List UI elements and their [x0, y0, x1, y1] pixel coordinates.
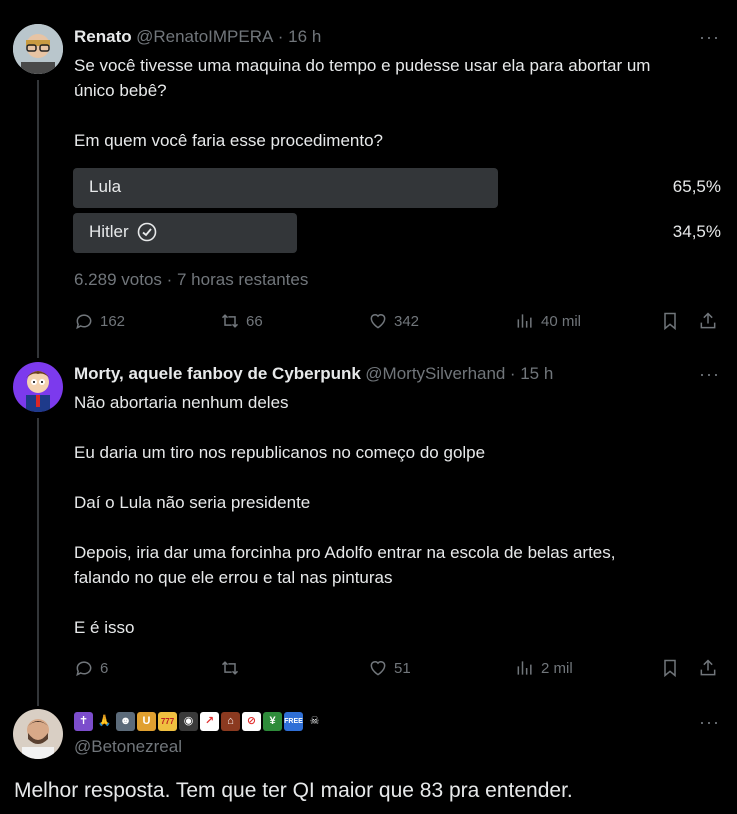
author-handle[interactable]: @RenatoIMPERA: [136, 27, 273, 46]
views-button[interactable]: 40 mil: [515, 311, 581, 331]
views-chart-icon: [517, 661, 532, 675]
like-count: 51: [394, 659, 411, 677]
more-options-icon[interactable]: ···: [699, 712, 720, 733]
tweet3-text: Melhor resposta. Tem que ter QI maior qu…: [14, 779, 573, 802]
avatar-renato[interactable]: [13, 24, 63, 74]
bookmark-icon: [664, 312, 676, 331]
share-icon: [700, 659, 716, 676]
author-handle[interactable]: @Betonezreal: [74, 737, 182, 757]
emoji-display-name[interactable]: ✝ 🙏 ☻ U 777 ◉ ↗ ⌂ ⊘ ¥ FREE ☠: [74, 712, 326, 731]
heart-icon: [370, 314, 386, 329]
praying-hands-emoji: 🙏: [97, 715, 112, 727]
share-button[interactable]: [698, 311, 718, 331]
bookmark-button[interactable]: [660, 658, 680, 678]
tweet1-header: Renato @RenatoIMPERA · 16 h: [74, 27, 321, 47]
avatar-morty[interactable]: [13, 362, 63, 412]
check-circle-icon: [137, 222, 156, 242]
like-button[interactable]: 342: [368, 311, 419, 331]
thread-connector-2: [37, 418, 39, 706]
tweet2-paragraph: Não abortaria nenhum deles: [74, 393, 289, 412]
poll-percent-lula: 65,5%: [672, 177, 721, 196]
skull-crossbones-emoji: ☠: [309, 715, 320, 727]
reply-button[interactable]: 6: [74, 658, 108, 678]
chart-up-emoji: ↗: [200, 712, 219, 731]
tweet2-paragraph: Eu daria um tiro nos republicanos no com…: [74, 443, 486, 462]
tweet1-text-line3: Em quem você faria esse procedimento?: [74, 131, 383, 150]
no-smoking-emoji: ⊘: [242, 712, 261, 731]
poll-option-hitler: Hitler: [89, 222, 157, 242]
retweet-button[interactable]: [220, 658, 246, 678]
retweet-button[interactable]: 66: [220, 311, 263, 331]
house-emoji: ⌂: [221, 712, 240, 731]
thread-connector: [37, 80, 39, 358]
robot-emoji: ☻: [116, 712, 135, 731]
more-options-icon[interactable]: ···: [699, 364, 720, 385]
poll-footer: 6.289 votos · 7 horas restantes: [74, 270, 309, 289]
views-button[interactable]: 2 mil: [515, 658, 573, 678]
retweet-icon: [221, 314, 239, 328]
like-count: 342: [394, 312, 420, 330]
retweet-count: 66: [246, 312, 263, 330]
views-count: 40 mil: [541, 312, 582, 330]
author-handle[interactable]: @MortySilverhand: [365, 364, 505, 383]
timestamp[interactable]: · 16 h: [278, 27, 321, 46]
poll-percent-hitler: 34,5%: [672, 222, 721, 241]
cross-emoji: ✝: [74, 712, 93, 731]
tweet2-actions: 6 51 2 mil: [74, 658, 724, 680]
retweet-icon: [221, 661, 239, 675]
yen-money-emoji: ¥: [263, 712, 282, 731]
beer-emoji: U: [137, 712, 156, 731]
heart-icon: [370, 661, 386, 676]
like-button[interactable]: 51: [368, 658, 411, 678]
poll-option-label-lula: Lula: [89, 177, 122, 196]
share-button[interactable]: [698, 658, 718, 678]
reply-count: 162: [100, 312, 126, 330]
author-name[interactable]: Morty, aquele fanboy de Cyberpunk: [74, 364, 361, 383]
tweet2-header: Morty, aquele fanboy de Cyberpunk @Morty…: [74, 364, 553, 384]
reply-icon: [76, 661, 92, 677]
bookmark-button[interactable]: [660, 311, 680, 331]
avatar-image: [13, 24, 63, 74]
more-options-icon[interactable]: ···: [699, 27, 720, 48]
poll-option-label-hitler: Hitler: [89, 222, 129, 241]
views-count: 2 mil: [541, 659, 573, 677]
free-emoji: FREE: [284, 712, 303, 731]
bookmark-icon: [664, 659, 676, 678]
reply-button[interactable]: 162: [74, 311, 125, 331]
author-name[interactable]: Renato: [74, 27, 132, 46]
reply-count: 6: [100, 659, 109, 677]
tweet1-actions: 162 66 342 40 mil: [74, 311, 724, 333]
gamepad-emoji: ◉: [179, 712, 198, 731]
reply-icon: [76, 314, 92, 330]
avatar-betonez[interactable]: [13, 709, 63, 759]
tweet2-paragraph: Daí o Lula não seria presidente: [74, 493, 311, 512]
tweet2-paragraph: falando no que ele errou e tal nas pintu…: [74, 568, 393, 587]
timestamp[interactable]: · 15 h: [510, 364, 553, 383]
slot-777-emoji: 777: [158, 712, 177, 731]
tweet2-paragraph: Depois, iria dar uma forcinha pro Adolfo…: [74, 543, 616, 562]
avatar-image: [13, 362, 63, 412]
views-chart-icon: [517, 314, 532, 328]
avatar-image: [13, 709, 63, 759]
tweet2-paragraph: E é isso: [74, 618, 135, 637]
share-icon: [700, 312, 716, 329]
tweet1-text-line2: único bebê?: [74, 81, 167, 100]
tweet1-text-line1: Se você tivesse uma maquina do tempo e p…: [74, 56, 651, 75]
poll-bar-lula[interactable]: [73, 168, 498, 208]
